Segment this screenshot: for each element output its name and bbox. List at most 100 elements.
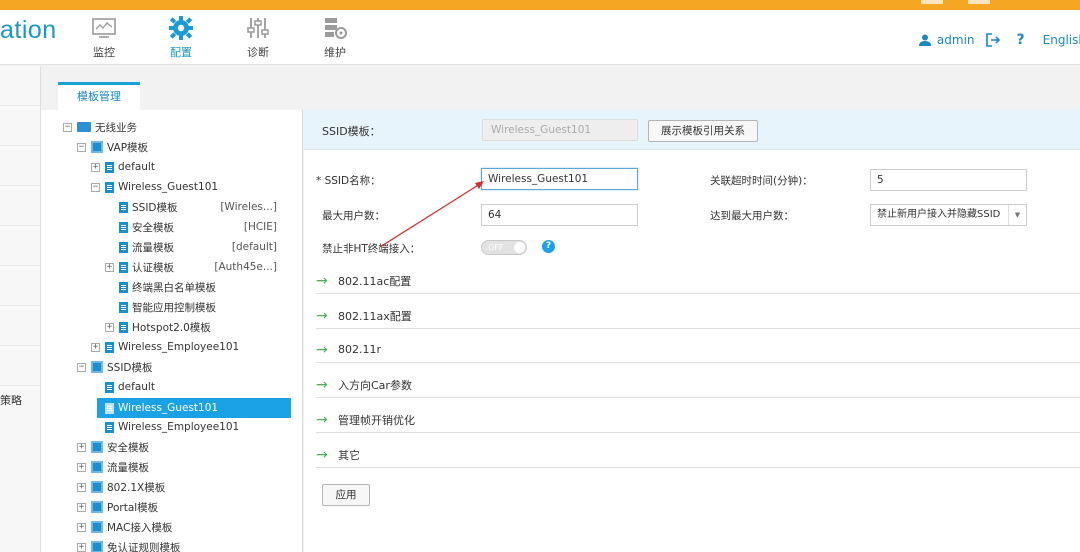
section-mgmt-frame[interactable]: → 管理帧开销优化	[316, 407, 1080, 433]
section-label: 入方向Car参数	[338, 378, 412, 392]
ssid-name-label: * SSID名称：	[316, 175, 381, 187]
reach-max-select[interactable]: 禁止新用户接入并隐藏SSID ▼	[870, 204, 1027, 226]
expand-icon[interactable]: +	[91, 162, 100, 172]
tree-node[interactable]: + 安全模板	[77, 437, 149, 457]
collapse-icon[interactable]: −	[63, 122, 72, 132]
tree-node[interactable]: − 无线业务	[63, 117, 137, 137]
language-switch[interactable]: English	[1043, 33, 1080, 47]
expand-icon[interactable]: +	[77, 522, 86, 532]
template-group-icon	[91, 141, 103, 153]
expand-icon[interactable]: +	[77, 502, 86, 512]
nav-maintenance[interactable]: 维护	[305, 16, 365, 60]
tree-node[interactable]: + 认证模板 [Auth45e...]	[105, 257, 291, 277]
left-nav-partial-label[interactable]: 策略	[0, 392, 22, 408]
section-80211ax[interactable]: → 802.11ax配置	[316, 303, 1080, 329]
tree-node-label: 流量模板	[132, 241, 174, 254]
left-nav-item[interactable]	[0, 106, 40, 146]
expand-icon[interactable]: +	[105, 322, 114, 332]
tree-node-label: 终端黑白名单模板	[132, 281, 216, 294]
tree-node[interactable]: Wireless_Employee101	[91, 417, 239, 437]
expand-icon[interactable]: +	[77, 482, 86, 492]
collapse-icon[interactable]: −	[77, 142, 86, 152]
expand-icon[interactable]: +	[91, 342, 100, 352]
section-80211r[interactable]: → 802.11r	[316, 337, 1080, 363]
maintenance-icon	[325, 18, 347, 39]
expand-icon[interactable]: +	[105, 262, 114, 272]
tree-node-label: 无线业务	[95, 121, 137, 134]
left-nav-item[interactable]	[0, 186, 40, 226]
logout-icon[interactable]	[985, 33, 1001, 47]
username: admin	[936, 33, 975, 47]
top-accent-strip	[0, 0, 1080, 10]
tree-node[interactable]: + 流量模板	[77, 457, 149, 477]
tree-node[interactable]: − VAP模板	[77, 137, 148, 157]
apply-button[interactable]: 应用	[322, 484, 370, 506]
tree-node[interactable]: + 免认证规则模板	[77, 537, 181, 552]
document-icon	[119, 261, 128, 273]
nav-diagnose[interactable]: 诊断	[228, 16, 288, 60]
document-icon	[119, 321, 128, 333]
tree-node-label: 802.1X模板	[107, 481, 166, 494]
tree-indent	[105, 302, 114, 312]
left-nav-item[interactable]	[0, 66, 40, 106]
tree-node[interactable]: + MAC接入模板	[77, 517, 172, 537]
left-nav-item[interactable]	[0, 226, 40, 266]
section-label: 管理帧开销优化	[338, 413, 415, 427]
tree-node[interactable]: + Portal模板	[77, 497, 158, 517]
tree-node-value: [HCIE]	[243, 221, 277, 233]
ban-nonht-toggle[interactable]: OFF	[481, 240, 527, 255]
section-inbound-car[interactable]: → 入方向Car参数	[316, 372, 1080, 398]
tree-indent	[105, 202, 114, 212]
section-label: 802.11r	[338, 343, 382, 356]
ssid-config-panel: SSID模板： Wireless_Guest101 展示模板引用关系 * SSI…	[304, 110, 1080, 552]
left-nav-item[interactable]	[0, 146, 40, 186]
tree-node[interactable]: − SSID模板	[77, 357, 153, 377]
section-80211ac[interactable]: → 802.11ac配置	[316, 268, 1080, 294]
left-nav-item[interactable]	[0, 346, 40, 386]
timeout-input[interactable]: 5	[870, 169, 1027, 191]
document-icon	[119, 281, 128, 293]
tree-node[interactable]: + 802.1X模板	[77, 477, 165, 497]
tree-node-selected[interactable]: Wireless_Guest101	[97, 398, 291, 418]
template-label: SSID模板：	[322, 125, 381, 138]
left-nav-item[interactable]	[0, 266, 40, 306]
help-icon[interactable]: ?	[542, 240, 555, 253]
template-group-icon	[91, 521, 103, 533]
show-relation-button[interactable]: 展示模板引用关系	[648, 120, 758, 142]
tree-node[interactable]: + default	[91, 157, 155, 177]
section-other[interactable]: → 其它	[316, 442, 1080, 468]
ssid-name-input[interactable]: Wireless_Guest101	[481, 168, 638, 190]
tree-node[interactable]: SSID模板 [Wireles...]	[105, 197, 291, 217]
tree-node-label: Wireless_Employee101	[118, 341, 240, 353]
document-icon	[105, 161, 114, 173]
left-nav-item[interactable]	[0, 306, 40, 346]
nav-monitor[interactable]: 监控	[74, 16, 134, 60]
tree-node[interactable]: default	[91, 377, 155, 397]
tree-node[interactable]: 流量模板 [default]	[105, 237, 291, 257]
expand-icon[interactable]: +	[77, 542, 86, 552]
collapse-icon[interactable]: −	[91, 182, 100, 192]
tree-node-value: [Auth45e...]	[214, 261, 277, 273]
max-users-input[interactable]: 64	[481, 204, 638, 226]
tree-node-label: MAC接入模板	[107, 521, 173, 534]
expand-icon[interactable]: +	[77, 462, 86, 472]
user-menu[interactable]: admin	[918, 33, 975, 47]
tree-node[interactable]: + Hotspot2.0模板	[105, 317, 211, 337]
tree-node[interactable]: 智能应用控制模板	[105, 297, 216, 317]
tree-node[interactable]: 终端黑白名单模板	[105, 277, 216, 297]
collapse-icon[interactable]: −	[77, 362, 86, 372]
expand-icon[interactable]: +	[77, 442, 86, 452]
brand-logo-text: ation	[0, 16, 57, 44]
tree-node[interactable]: + Wireless_Employee101	[91, 337, 239, 357]
tab-template-management[interactable]: 模板管理	[58, 82, 140, 110]
gear-icon	[169, 16, 193, 40]
tree-node-label: 认证模板	[132, 261, 174, 274]
nav-config[interactable]: 配置	[151, 16, 211, 60]
tree-node[interactable]: 安全模板 [HCIE]	[105, 217, 291, 237]
tree-node-value: [default]	[231, 241, 277, 253]
template-name-field: Wireless_Guest101	[482, 119, 638, 141]
top-strip-tab	[968, 0, 990, 4]
tree-node[interactable]: − Wireless_Guest101	[91, 177, 218, 197]
help-link-icon[interactable]: ?	[1017, 32, 1025, 48]
tree-node-label: 安全模板	[132, 221, 174, 234]
